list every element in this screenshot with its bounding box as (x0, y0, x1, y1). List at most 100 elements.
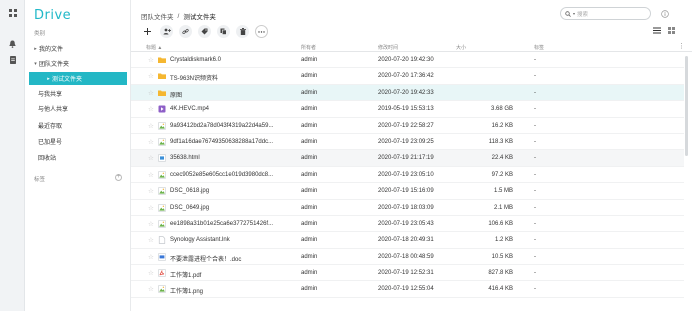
search-input[interactable]: 搜索 (577, 10, 588, 18)
file-name[interactable]: 工作簿1.png (170, 286, 203, 295)
file-name[interactable]: 35638.html (170, 155, 200, 161)
table-row[interactable]: ☆ DSC_0618.jpg admin 2020-07-19 15:16:09 1.5… (131, 183, 684, 200)
sidebar-item-shared-with-others[interactable]: 与他人共享 (25, 102, 131, 115)
breadcrumb-parent[interactable]: 团队文件夹 (141, 11, 174, 21)
table-row[interactable]: ☆ DSC_0649.jpg admin 2020-07-19 18:03:09 2.1… (131, 200, 684, 216)
new-button[interactable] (141, 25, 154, 38)
star-icon[interactable]: ☆ (148, 187, 154, 195)
table-row[interactable]: ☆ 35638.html admin 2020-07-19 21:17:19 22.4 … (131, 150, 684, 167)
file-name[interactable]: Crystaldiskmark6.0 (170, 57, 221, 63)
star-icon[interactable]: ☆ (148, 253, 154, 261)
sidebar-item-my-files[interactable]: ▸ 我的文件 (25, 42, 131, 55)
file-name[interactable]: 原图 (170, 90, 182, 99)
grid-view-icon[interactable] (668, 27, 675, 34)
chevron-down-icon[interactable]: ▾ (32, 61, 39, 67)
star-icon[interactable]: ☆ (148, 105, 154, 113)
file-name[interactable]: ee1898a31b01e25ca6e3772751426f... (170, 221, 273, 227)
sidebar-item-team-folder[interactable]: ▾ 团队文件夹 (25, 57, 131, 70)
file-label: - (534, 138, 536, 145)
table-row[interactable]: ☆ 9a93412bd2a78d043f4319a22d4a59... admin 2… (131, 118, 684, 134)
star-icon[interactable]: ☆ (148, 72, 154, 80)
star-icon[interactable]: ☆ (148, 204, 154, 212)
star-icon[interactable]: ☆ (148, 236, 154, 244)
copy-button[interactable] (217, 25, 230, 38)
table-row[interactable]: ☆ Crystaldiskmark6.0 admin 2020-07-20 19:42… (131, 52, 684, 69)
file-owner: admin (301, 286, 318, 293)
file-name[interactable]: 不要泄露进程个合表！.doc (170, 254, 241, 263)
folder-icon (158, 56, 166, 64)
more-options-button[interactable] (255, 25, 268, 38)
star-icon[interactable]: ☆ (148, 122, 154, 130)
file-name[interactable]: DSC_0618.jpg (170, 188, 209, 194)
sidebar-item-shared-with-me[interactable]: 与我共享 (25, 87, 131, 100)
table-row[interactable]: ☆ 不要泄露进程个合表！.doc admin 2020-07-18 00:48:59 1… (131, 249, 684, 266)
star-icon[interactable]: ☆ (148, 269, 154, 277)
info-icon[interactable] (661, 10, 669, 18)
star-icon[interactable]: ☆ (148, 138, 154, 146)
file-modified: 2020-07-19 12:52:31 (378, 270, 434, 277)
chevron-right-icon[interactable]: ▸ (45, 76, 52, 82)
scrollbar-thumb[interactable] (685, 56, 688, 156)
breadcrumb: 团队文件夹 / 测试文件夹 (141, 11, 216, 22)
star-icon[interactable]: ☆ (148, 171, 154, 179)
list-view-icon[interactable] (653, 27, 661, 34)
file-modified: 2020-07-19 23:05:10 (378, 171, 434, 178)
breadcrumb-current: 测试文件夹 (183, 14, 216, 21)
table-row[interactable]: ☆ 工作簿1.png admin 2020-07-19 12:55:04 416.4 K… (131, 281, 684, 298)
search-options-caret-icon[interactable]: ▾ (573, 11, 575, 16)
column-header-owner[interactable]: 所有者 (301, 44, 316, 51)
file-name[interactable]: 9a93412bd2a78d043f4319a22d4a59... (170, 123, 273, 129)
search-box[interactable]: ▾ 搜索 (560, 7, 651, 20)
sidebar-item-test-folder[interactable]: ▸ 测试文件夹 (29, 72, 127, 85)
column-menu-icon[interactable]: ⋮ (678, 42, 685, 50)
scrollbar[interactable] (684, 52, 689, 307)
notification-bell-icon[interactable] (8, 39, 17, 48)
document-icon[interactable] (8, 55, 17, 64)
table-row[interactable]: ☆ Synology Assistant.lnk admin 2020-07-18 2… (131, 232, 684, 249)
star-icon[interactable]: ☆ (148, 89, 154, 97)
image-file-icon (158, 138, 166, 146)
file-owner: admin (301, 220, 318, 227)
file-label: - (534, 171, 536, 178)
table-row[interactable]: ☆ TS-963N识频资料 admin 2020-07-20 17:36:42 - (131, 68, 684, 85)
file-label: - (534, 106, 536, 113)
sidebar-item-recent[interactable]: 最近存取 (25, 119, 131, 132)
sidebar: Drive 类别 ▸ 我的文件 ▾ 团队文件夹 ▸ 测试文件夹 与我共享 与他人… (25, 0, 131, 311)
column-header-modified[interactable]: 修改时间 (378, 44, 398, 51)
file-label: - (534, 286, 536, 293)
file-name[interactable]: 4K.HEVC.mp4 (170, 106, 209, 112)
file-name[interactable]: TS-963N识频资料 (170, 73, 218, 82)
table-row[interactable]: ☆ 工作簿1.pdf admin 2020-07-19 12:52:31 827.8 K… (131, 265, 684, 282)
star-icon[interactable]: ☆ (148, 56, 154, 64)
sidebar-item-trash[interactable]: 回收站 (25, 151, 131, 164)
star-icon[interactable]: ☆ (148, 285, 154, 293)
chevron-right-icon[interactable]: ▸ (32, 46, 39, 52)
file-name[interactable]: 9df1a16dae76749350638288a17ddc... (170, 139, 273, 145)
file-owner: admin (301, 204, 318, 211)
table-row[interactable]: ☆ 原图 admin 2020-07-20 19:42:33 - (131, 84, 684, 102)
share-user-button[interactable] (160, 25, 173, 38)
delete-button[interactable] (236, 25, 249, 38)
star-icon[interactable]: ☆ (148, 154, 154, 162)
column-header-size[interactable]: 大小 (456, 44, 466, 51)
apps-grid-icon[interactable] (8, 8, 17, 17)
image-file-icon (158, 121, 166, 130)
column-header-label[interactable]: 标签 (534, 44, 544, 51)
table-row[interactable]: ☆ 9df1a16dae76749350638288a17ddc... admin 2… (131, 134, 684, 151)
add-tag-icon[interactable]: + (115, 174, 122, 181)
view-toggle (653, 27, 675, 34)
table-row[interactable]: ☆ ee1898a31b01e25ca6e3772751426f... admin 2… (131, 216, 684, 233)
link-button[interactable] (179, 25, 192, 38)
table-row[interactable]: ☆ 4K.HEVC.mp4 admin 2019-05-19 15:53:13 3.68… (131, 101, 684, 118)
file-size: 2.1 MB (493, 204, 513, 211)
table-row[interactable]: ☆ ccec9052e85e605cc1e019d3980dc8... admin 2… (131, 167, 684, 184)
tag-button[interactable] (198, 25, 211, 38)
file-name[interactable]: ccec9052e85e605cc1e019d3980dc8... (170, 172, 273, 178)
file-name[interactable]: 工作簿1.pdf (170, 270, 201, 279)
file-name[interactable]: DSC_0649.jpg (170, 205, 209, 211)
sidebar-item-starred[interactable]: 已加星号 (25, 135, 131, 148)
image-file-icon (158, 285, 166, 294)
file-name[interactable]: Synology Assistant.lnk (170, 237, 230, 243)
column-header-name[interactable]: 标题 ▲ (146, 44, 162, 51)
star-icon[interactable]: ☆ (148, 220, 154, 228)
